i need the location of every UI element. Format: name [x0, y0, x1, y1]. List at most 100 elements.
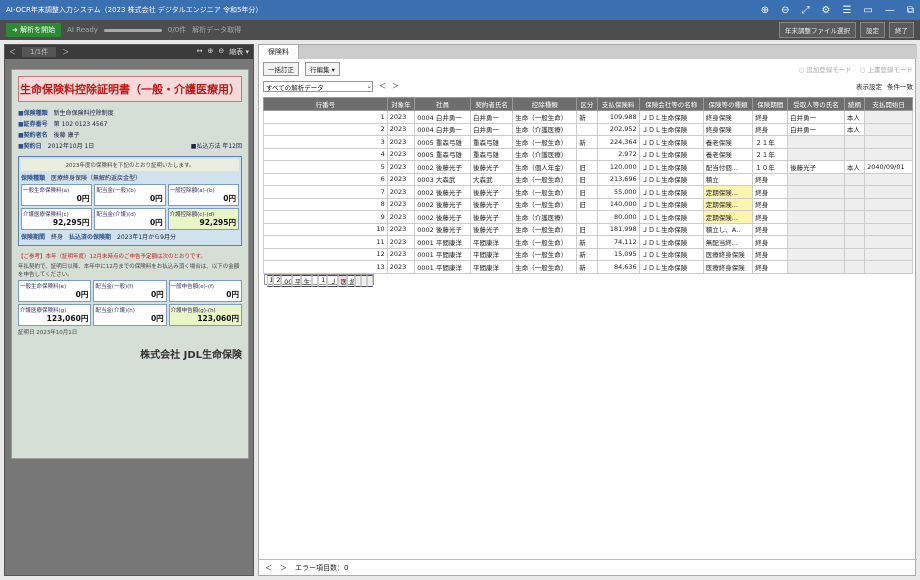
table-cell[interactable]: ＪＤＬ生命保険	[638, 135, 704, 149]
table-cell[interactable]: ２１年	[752, 147, 789, 161]
table-cell[interactable]: 養老保険	[702, 135, 754, 149]
table-cell[interactable]: 2023	[386, 147, 416, 161]
table-cell[interactable]: 3	[263, 135, 388, 149]
table-cell[interactable]: 6	[263, 172, 388, 186]
table-cell[interactable]: 2023	[386, 185, 416, 199]
table-cell[interactable]	[843, 147, 866, 161]
table-cell[interactable]: 終身	[752, 247, 789, 261]
table-cell[interactable]: 医療終身保険	[702, 247, 754, 261]
table-cell[interactable]	[843, 222, 866, 236]
table-row[interactable]: 1420230001 平間康子平間康子生命（介護医療） 123,060ＪＤＬ生命保…	[263, 273, 374, 287]
table-cell[interactable]	[787, 210, 845, 224]
table-cell[interactable]: 11	[263, 235, 388, 249]
table-cell[interactable]: 後藤光子	[470, 222, 514, 236]
table-cell[interactable]: 養老保険	[702, 147, 754, 161]
table-cell[interactable]: 213,696	[596, 172, 640, 186]
add-mode-radio[interactable]: ○ 追加登録モード	[799, 64, 852, 74]
settings-button[interactable]: 設定	[860, 22, 885, 38]
table-cell[interactable]	[787, 247, 845, 261]
table-cell[interactable]: 55,000	[596, 185, 640, 199]
table-cell[interactable]: 140,000	[596, 197, 640, 211]
table-cell[interactable]: 生命（一般生命）	[512, 222, 578, 236]
table-cell[interactable]: 後藤光子	[470, 197, 514, 211]
table-row[interactable]: 12 2023 0001 平間康洋 平間康洋 生命（一般生命）新 15,095 ＪＤＬ生命保…	[263, 247, 913, 261]
table-cell[interactable]: 224,364	[596, 135, 640, 149]
table-cell[interactable]: 0005 重森弓雄	[414, 147, 472, 161]
row-edit-button[interactable]: 行編集 ▾	[305, 62, 340, 76]
table-cell[interactable]: 本人	[843, 110, 866, 124]
table-cell[interactable]: ＪＤＬ生命保険	[326, 274, 338, 287]
table-cell[interactable]: 2023	[386, 247, 416, 261]
table-cell[interactable]: 終身保険	[702, 122, 754, 136]
settings-icon[interactable]: ⚙	[821, 5, 830, 16]
table-cell[interactable]: 後藤光子	[470, 185, 514, 199]
bulk-correct-button[interactable]: 一括訂正	[263, 62, 299, 76]
next-icon[interactable]: ＞	[392, 81, 399, 91]
table-cell[interactable]	[787, 185, 845, 199]
table-cell[interactable]: 白井勇一	[470, 122, 514, 136]
table-cell[interactable]: 旧	[576, 160, 598, 174]
table-cell[interactable]: 80,000	[596, 210, 640, 224]
maximize-icon[interactable]: ⧉	[907, 5, 914, 16]
table-cell[interactable]: 平間康子	[291, 274, 301, 287]
table-cell[interactable]: 0002 後藤光子	[414, 185, 472, 199]
table-cell[interactable]: 生命（介護医療）	[512, 210, 578, 224]
table-cell[interactable]: 0001 平間康洋	[414, 260, 472, 274]
table-cell[interactable]: 終身	[347, 274, 355, 287]
table-cell[interactable]	[843, 247, 866, 261]
table-cell[interactable]	[576, 147, 598, 161]
column-header[interactable]: 続柄	[843, 97, 866, 111]
table-cell[interactable]: 終身	[752, 210, 789, 224]
table-cell[interactable]: 定期保険...	[702, 197, 754, 211]
table-cell[interactable]: 積立	[702, 172, 754, 186]
table-cell[interactable]: 後藤光子	[470, 160, 514, 174]
file-select-button[interactable]: 年末調整ファイル選択	[779, 22, 856, 38]
table-cell[interactable]: 白井勇一	[470, 110, 514, 124]
table-cell[interactable]: 終身	[752, 172, 789, 186]
table-row[interactable]: 1 2023 0004 白井勇一 白井勇一 生命（一般生命）新 109,988 ＪＤＬ生命保…	[263, 110, 913, 124]
table-cell[interactable]	[864, 235, 913, 249]
table-cell[interactable]	[864, 147, 913, 161]
prev-page-icon[interactable]: ＜	[9, 47, 16, 57]
table-cell[interactable]: 0002 後藤光子	[414, 210, 472, 224]
table-cell[interactable]: 平間康洋	[470, 235, 514, 249]
table-row[interactable]: 3 2023 0005 重森弓雄 重森弓雄 生命（一般生命）新 224,364 ＪＤＬ生命保…	[263, 135, 913, 149]
table-cell[interactable]: 74,112	[596, 235, 640, 249]
fetch-data-button[interactable]: 解析データ取得	[192, 25, 241, 35]
table-cell[interactable]: 2023	[386, 260, 416, 274]
table-cell[interactable]	[864, 172, 913, 186]
window-icon[interactable]: ▭	[863, 5, 872, 16]
table-cell[interactable]	[787, 147, 845, 161]
table-row[interactable]: 8 2023 0002 後藤光子 後藤光子 生命（一般生命）旧 140,000 ＪＤＬ生命保…	[263, 197, 913, 211]
table-cell[interactable]: 10	[263, 222, 388, 236]
table-row[interactable]: 4 2023 0005 重森弓雄 重森弓雄 生命（介護医療） 2,972 ＪＤＬ生命保険 養老…	[263, 147, 913, 161]
table-cell[interactable]: 新	[576, 110, 598, 124]
table-cell[interactable]: 2,972	[596, 147, 640, 161]
table-cell[interactable]: ＪＤＬ生命保険	[638, 172, 704, 186]
overwrite-mode-radio[interactable]: ○ 上書登録モード	[860, 64, 913, 74]
table-cell[interactable]	[864, 197, 913, 211]
table-cell[interactable]: 終身	[752, 185, 789, 199]
table-row[interactable]: 7 2023 0002 後藤光子 後藤光子 生命（一般生命）旧 55,000 ＪＤＬ生命保険…	[263, 185, 913, 199]
table-cell[interactable]: 0001 平間康洋	[414, 247, 472, 261]
table-cell[interactable]: ＪＤＬ生命保険	[638, 185, 704, 199]
table-cell[interactable]: 白井勇一	[787, 122, 845, 136]
table-cell[interactable]: 14	[266, 274, 274, 287]
table-cell[interactable]	[366, 274, 373, 287]
table-cell[interactable]: 8	[263, 197, 388, 211]
next-page-icon[interactable]: ＞	[62, 47, 69, 57]
table-cell[interactable]: 7	[263, 185, 388, 199]
table-cell[interactable]: 配当付個...	[702, 160, 754, 174]
table-row[interactable]: 5 2023 0002 後藤光子 後藤光子 生命（個人年金）旧 120,000 ＪＤＬ生命保…	[263, 160, 913, 174]
table-cell[interactable]: 15,095	[596, 247, 640, 261]
start-analysis-button[interactable]: ➜ 解析を開始	[6, 23, 62, 37]
table-cell[interactable]	[864, 247, 913, 261]
table-cell[interactable]: 新	[576, 235, 598, 249]
table-cell[interactable]: 新	[576, 135, 598, 149]
table-cell[interactable]: １０年	[752, 160, 789, 174]
table-cell[interactable]: 本人	[843, 122, 866, 136]
table-cell[interactable]: 白井勇一	[787, 110, 845, 124]
table-cell[interactable]: ＪＤＬ生命保険	[638, 197, 704, 211]
table-cell[interactable]: 0004 白井勇一	[414, 122, 472, 136]
table-cell[interactable]: 平間康洋	[470, 247, 514, 261]
